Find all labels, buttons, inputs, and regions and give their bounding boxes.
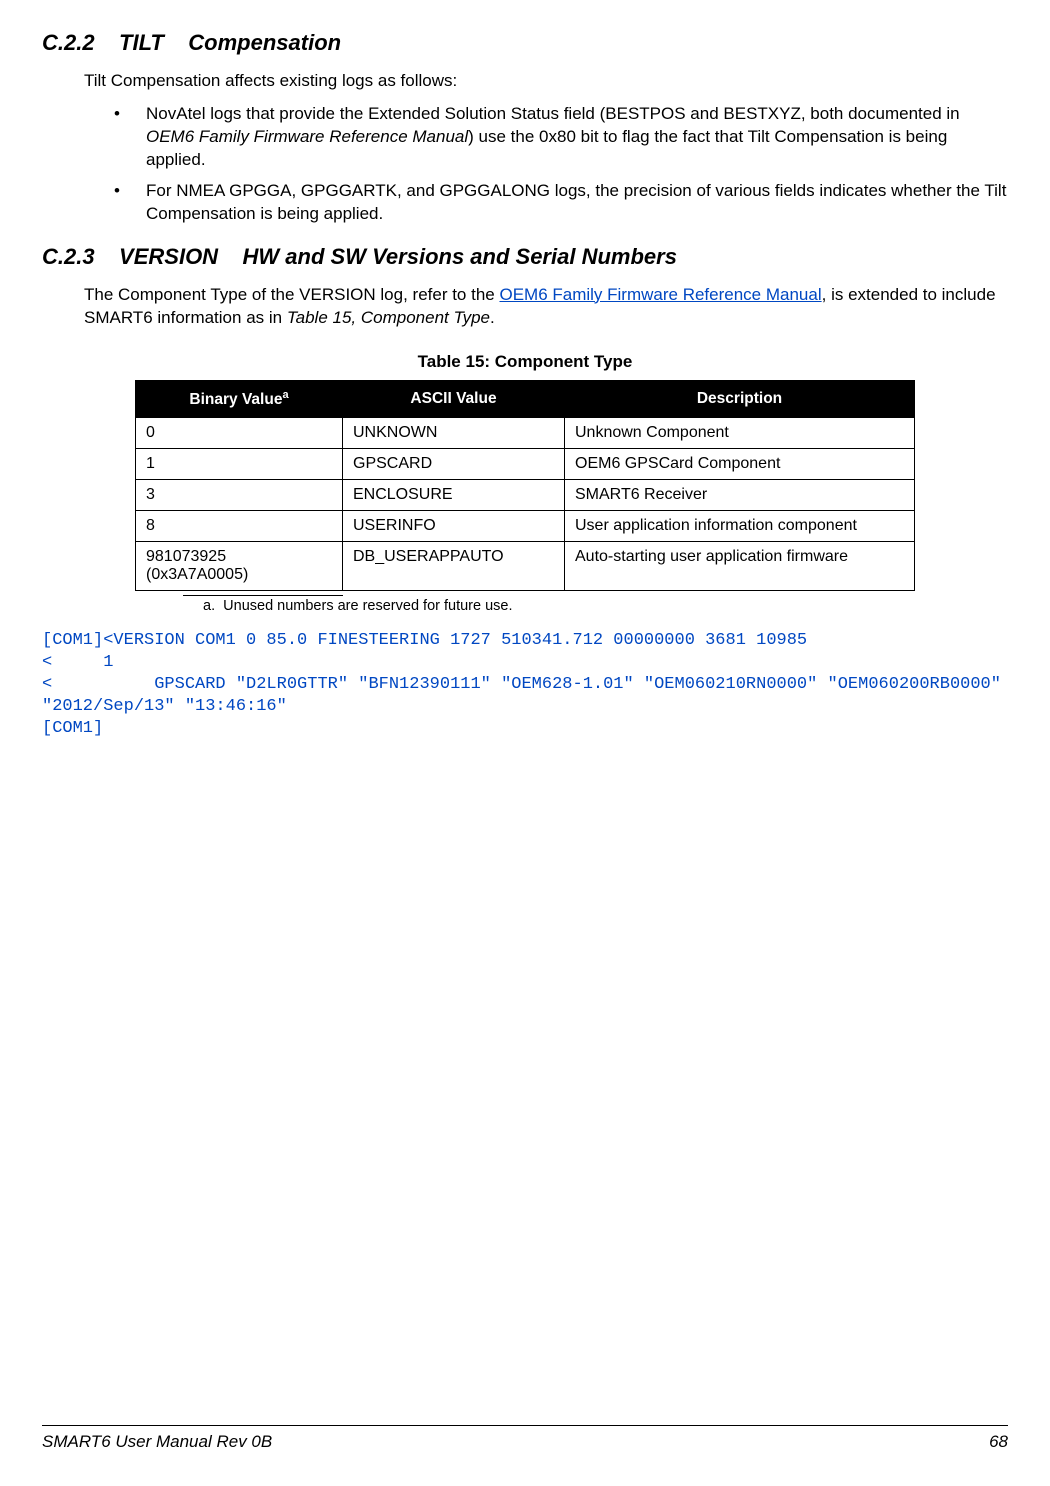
cell-desc: Unknown Component [565,417,915,448]
c22-intro: Tilt Compensation affects existing logs … [84,70,1008,93]
table-row: 981073925 (0x3A7A0005) DB_USERAPPAUTO Au… [136,541,915,590]
page: C.2.2 TILT Compensation Tilt Compensatio… [0,0,1050,1486]
section-c22-body: Tilt Compensation affects existing logs … [84,70,1008,226]
list-item: NovAtel logs that provide the Extended S… [84,103,1008,172]
heading-number: C.2.2 [42,30,95,55]
table-header-row: Binary Valuea ASCII Value Description [136,380,915,417]
para-ref: Table 15, Component Type [287,308,490,327]
table-row: 0 UNKNOWN Unknown Component [136,417,915,448]
oem6-link[interactable]: OEM6 Family Firmware Reference Manual [499,285,821,304]
terminal-line: [COM1]<VERSION COM1 0 85.0 FINESTEERING … [42,631,807,650]
terminal-line: < GPSCARD "D2LR0GTTR" "BFN12390111" "OEM… [42,675,1011,716]
c22-bullet-list: NovAtel logs that provide the Extended S… [84,103,1008,226]
th-binary: Binary Valuea [136,380,343,417]
th-binary-sup: a [282,389,288,401]
terminal-line: [COM1] [42,719,103,738]
cell-desc: Auto-starting user application firmware [565,541,915,590]
cell-asc: GPSCARD [343,448,565,479]
para-post: . [490,308,495,327]
heading-c23: C.2.3 VERSION HW and SW Versions and Ser… [42,244,1008,270]
cell-desc: SMART6 Receiver [565,479,915,510]
footer-left: SMART6 User Manual Rev 0B [42,1432,272,1452]
heading-main: TILT [119,30,164,55]
cell-desc: User application information component [565,510,915,541]
cell-bin: 981073925 (0x3A7A0005) [136,541,343,590]
cell-asc: USERINFO [343,510,565,541]
heading-c22: C.2.2 TILT Compensation [42,30,1008,56]
table-row: 1 GPSCARD OEM6 GPSCard Component [136,448,915,479]
cell-bin: 3 [136,479,343,510]
bullet-text-pre: For NMEA GPGGA, GPGGARTK, and GPGGALONG … [146,181,1006,223]
footnote-rule [183,595,343,596]
c23-paragraph: The Component Type of the VERSION log, r… [84,284,1008,330]
th-binary-label: Binary Value [189,391,282,408]
th-ascii: ASCII Value [343,380,565,417]
cell-bin: 0 [136,417,343,448]
table-row: 8 USERINFO User application information … [136,510,915,541]
footnote-text: Unused numbers are reserved for future u… [223,598,512,614]
list-item: For NMEA GPGGA, GPGGARTK, and GPGGALONG … [84,180,1008,226]
table-footnote-wrap: a. Unused numbers are reserved for futur… [135,595,915,614]
table-footnote: a. Unused numbers are reserved for futur… [203,598,915,614]
terminal-output: [COM1]<VERSION COM1 0 85.0 FINESTEERING … [42,630,1008,740]
table-row: 3 ENCLOSURE SMART6 Receiver [136,479,915,510]
page-footer: SMART6 User Manual Rev 0B 68 [42,1425,1008,1452]
cell-desc: OEM6 GPSCard Component [565,448,915,479]
bullet-text-pre: NovAtel logs that provide the Extended S… [146,104,960,123]
table-caption: Table 15: Component Type [42,352,1008,372]
th-desc: Description [565,380,915,417]
terminal-line: < 1 [42,653,113,672]
footnote-label: a. [203,598,215,614]
heading-main: VERSION [119,244,218,269]
heading-sub: HW and SW Versions and Serial Numbers [243,244,677,269]
para-pre: The Component Type of the VERSION log, r… [84,285,499,304]
component-type-table: Binary Valuea ASCII Value Description 0 … [135,380,915,591]
section-c23-body: The Component Type of the VERSION log, r… [84,284,1008,330]
cell-asc: UNKNOWN [343,417,565,448]
heading-sub: Compensation [188,30,341,55]
cell-bin: 8 [136,510,343,541]
footer-right: 68 [989,1432,1008,1452]
heading-number: C.2.3 [42,244,95,269]
cell-asc: ENCLOSURE [343,479,565,510]
bullet-text-italic: OEM6 Family Firmware Reference Manual [146,127,468,146]
cell-asc: DB_USERAPPAUTO [343,541,565,590]
cell-bin: 1 [136,448,343,479]
